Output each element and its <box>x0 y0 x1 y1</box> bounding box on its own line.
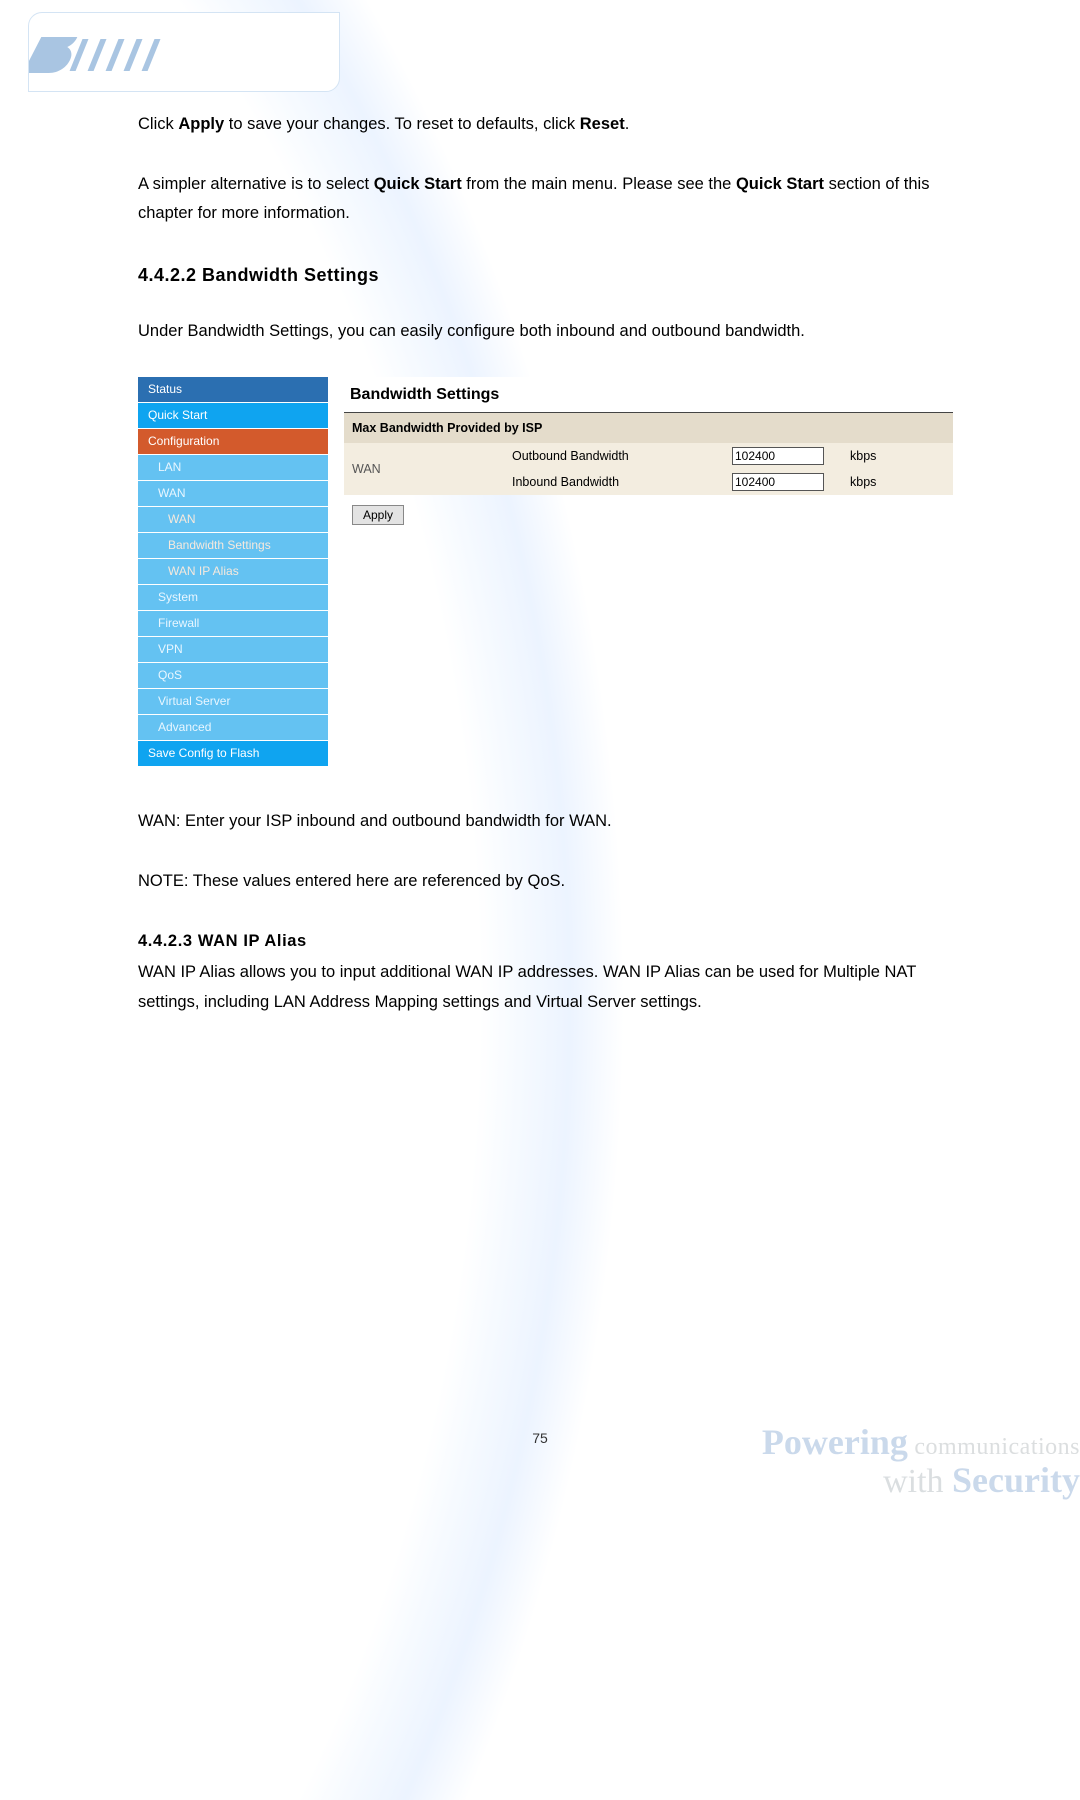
sidebar-item-lan[interactable]: LAN <box>138 455 328 481</box>
watermark-security: Security <box>952 1460 1080 1500</box>
page-number: 75 <box>532 1430 548 1446</box>
bandwidth-settings-panel: Bandwidth Settings Max Bandwidth Provide… <box>344 377 953 767</box>
panel-title: Bandwidth Settings <box>344 377 953 413</box>
paragraph-quick-start: A simpler alternative is to select Quick… <box>138 170 953 229</box>
wan-label: WAN <box>344 458 504 481</box>
nav-sidebar: Status Quick Start Configuration LAN WAN… <box>138 377 328 767</box>
sidebar-item-wan-sub[interactable]: WAN <box>138 507 328 533</box>
embedded-ui-screenshot: Status Quick Start Configuration LAN WAN… <box>138 377 953 767</box>
watermark-communications: communications <box>908 1434 1080 1460</box>
outbound-label: Outbound Bandwidth <box>504 443 724 469</box>
outbound-unit: kbps <box>842 443 902 469</box>
apply-button[interactable]: Apply <box>352 505 404 525</box>
sidebar-item-virtual-server[interactable]: Virtual Server <box>138 689 328 715</box>
inbound-bandwidth-input[interactable] <box>732 473 824 491</box>
sidebar-item-firewall[interactable]: Firewall <box>138 611 328 637</box>
sidebar-item-vpn[interactable]: VPN <box>138 637 328 663</box>
sidebar-item-system[interactable]: System <box>138 585 328 611</box>
bandwidth-grid: WAN Outbound Bandwidth kbps Inbound Band… <box>344 443 953 495</box>
paragraph-wan-note: WAN: Enter your ISP inbound and outbound… <box>138 807 953 837</box>
sidebar-item-wan[interactable]: WAN <box>138 481 328 507</box>
heading-wan-ip-alias: 4.4.2.3 WAN IP Alias <box>138 927 953 957</box>
billion-logo <box>28 12 340 92</box>
sidebar-item-quick-start[interactable]: Quick Start <box>138 403 328 429</box>
footer-watermark: Powering communications with Security <box>620 1424 1080 1500</box>
sidebar-item-qos[interactable]: QoS <box>138 663 328 689</box>
inbound-unit: kbps <box>842 469 902 495</box>
sidebar-item-bandwidth-settings[interactable]: Bandwidth Settings <box>138 533 328 559</box>
sidebar-item-advanced[interactable]: Advanced <box>138 715 328 741</box>
watermark-with: with <box>883 1463 952 1500</box>
outbound-bandwidth-input[interactable] <box>732 447 824 465</box>
panel-subtitle: Max Bandwidth Provided by ISP <box>344 413 953 444</box>
document-content: Click Apply to save your changes. To res… <box>138 110 953 1048</box>
inbound-label: Inbound Bandwidth <box>504 469 724 495</box>
sidebar-item-save-config[interactable]: Save Config to Flash <box>138 741 328 767</box>
watermark-powering: Powering <box>762 1422 908 1462</box>
paragraph-wan-ip-alias: WAN IP Alias allows you to input additio… <box>138 958 953 1017</box>
sidebar-item-wan-ip-alias[interactable]: WAN IP Alias <box>138 559 328 585</box>
paragraph-qos-note: NOTE: These values entered here are refe… <box>138 867 953 897</box>
heading-bandwidth-settings: 4.4.2.2 Bandwidth Settings <box>138 259 953 291</box>
sidebar-item-status[interactable]: Status <box>138 377 328 403</box>
sidebar-item-configuration[interactable]: Configuration <box>138 429 328 455</box>
paragraph-bandwidth-intro: Under Bandwidth Settings, you can easily… <box>138 317 953 347</box>
paragraph-apply-reset: Click Apply to save your changes. To res… <box>138 110 953 140</box>
